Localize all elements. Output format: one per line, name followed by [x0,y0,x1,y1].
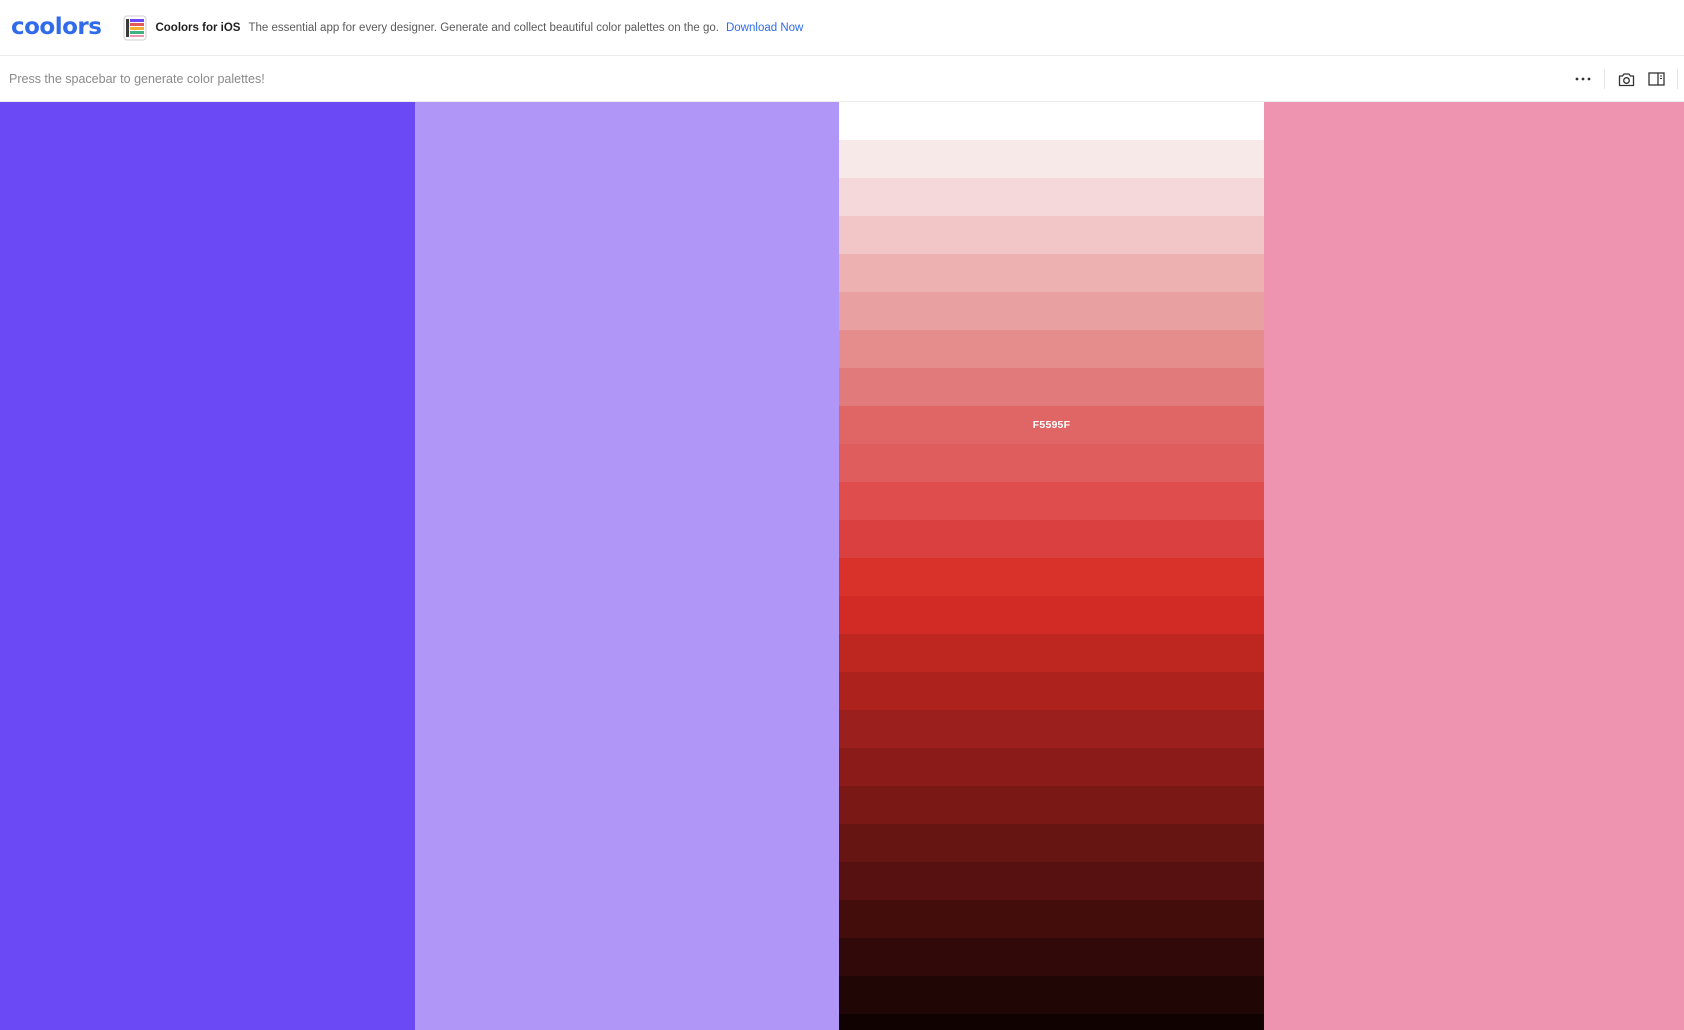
shade-swatch[interactable] [839,596,1264,634]
shade-swatch[interactable]: F5595F [839,406,1264,444]
shade-swatch[interactable] [839,786,1264,824]
coolors-app-icon[interactable] [123,15,147,41]
more-options-icon[interactable] [1568,64,1598,94]
shade-swatch[interactable] [839,900,1264,938]
shade-swatch[interactable] [839,102,1264,140]
shade-swatch[interactable] [839,254,1264,292]
toolbar-divider [1604,69,1605,89]
palette-color-2[interactable] [415,102,839,1030]
shade-swatch[interactable] [839,330,1264,368]
download-now-link[interactable]: Download Now [726,22,803,34]
shade-swatch[interactable] [839,558,1264,596]
toolbar-divider [1677,69,1678,89]
shade-swatch[interactable] [839,482,1264,520]
shade-swatch[interactable] [839,634,1264,672]
spacebar-hint: Press the spacebar to generate color pal… [9,71,265,86]
shade-swatch[interactable] [839,748,1264,786]
toolbar-actions [1568,56,1684,102]
shade-swatch[interactable] [839,824,1264,862]
shade-swatch[interactable] [839,178,1264,216]
shade-swatch[interactable] [839,862,1264,900]
coolors-logo[interactable]: coolors [11,16,102,39]
shade-swatch[interactable] [839,520,1264,558]
sidebar-toggle-icon[interactable] [1641,64,1671,94]
palette-color-1[interactable] [0,102,415,1030]
color-palette: F5595F [0,102,1684,1030]
shade-swatch[interactable] [839,140,1264,178]
shade-swatch[interactable] [839,216,1264,254]
palette-color-4[interactable] [1264,102,1684,1030]
shade-swatch[interactable] [839,672,1264,710]
shade-list: F5595F [839,102,1264,1030]
coolors-app: coolors Coolors for iOS The essential ap… [0,0,1684,1030]
promo-description: The essential app for every designer. Ge… [248,21,719,34]
shade-swatch[interactable] [839,444,1264,482]
shade-swatch[interactable] [839,1014,1264,1030]
top-banner: coolors Coolors for iOS The essential ap… [0,0,1684,56]
promo-title: Coolors for iOS [155,21,241,34]
shade-swatch[interactable] [839,710,1264,748]
shade-swatch[interactable] [839,368,1264,406]
shade-swatch[interactable] [839,938,1264,976]
palette-color-3-shades[interactable]: F5595F [839,102,1264,1030]
shade-swatch[interactable] [839,292,1264,330]
camera-icon[interactable] [1611,64,1641,94]
palette-toolbar: Press the spacebar to generate color pal… [0,56,1684,102]
shade-swatch[interactable] [839,976,1264,1014]
selected-shade-hex[interactable]: F5595F [1033,419,1070,431]
